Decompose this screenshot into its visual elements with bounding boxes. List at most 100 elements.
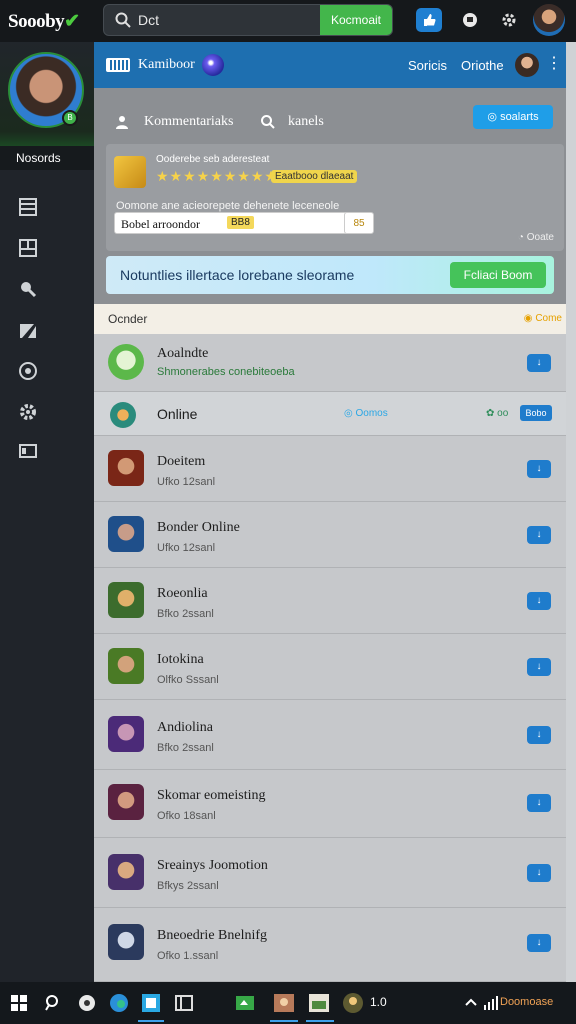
list-item[interactable]: Bonder Online Ufko 12sanl ↓ <box>94 502 576 568</box>
list-item-subtitle: Bfko 2ssanl <box>157 742 214 754</box>
list-item-title: Skomar eomeisting <box>157 788 266 803</box>
tab-channels[interactable]: kanels <box>260 110 324 134</box>
orb-icon[interactable] <box>202 54 224 76</box>
nav-list-icon[interactable] <box>17 196 39 218</box>
user-avatar[interactable] <box>533 4 565 36</box>
card-description: Oomone ane acieorepete dehenete leceneol… <box>116 200 340 212</box>
tab-comments[interactable]: Kommentariaks <box>114 110 254 134</box>
name-field[interactable]: Bobel arroondor BB8 <box>114 212 372 234</box>
open-app-indicator <box>306 1020 334 1022</box>
card-footer[interactable]: ◔ Ooate <box>518 232 554 243</box>
list-item-action[interactable]: ↓ <box>527 460 551 478</box>
list-item-subtitle: Ufko 12sanl <box>157 542 216 554</box>
list-item-action[interactable]: ↓ <box>527 864 551 882</box>
app-avatar-icon[interactable] <box>342 992 364 1014</box>
search-icon[interactable] <box>42 992 64 1014</box>
alerts-button-label: soalarts <box>500 111 539 123</box>
user-icon <box>116 116 128 129</box>
header-avatar[interactable] <box>515 53 539 77</box>
list-item-subtitle: Ofko 18sanl <box>157 810 216 822</box>
banner-button[interactable]: Fcliaci Boom <box>450 262 546 288</box>
nav-card-icon[interactable] <box>17 440 39 462</box>
list-item-title: Doeitem <box>157 454 206 469</box>
tab-label: Kommentariaks <box>144 114 234 129</box>
list-item-title: Bneoedrie Bnelnifg <box>157 928 268 943</box>
list-item-action[interactable]: ↓ <box>527 794 551 812</box>
search-button[interactable]: Kocmoait <box>320 5 392 35</box>
nav-inbox-icon[interactable] <box>17 237 39 259</box>
online-status: ◎ Oomos <box>344 408 388 419</box>
nav-gear-icon[interactable] <box>17 401 39 423</box>
list-item-avatar <box>108 582 144 618</box>
list-item-avatar <box>108 854 144 890</box>
gear-icon <box>502 13 516 27</box>
list-item-avatar <box>108 450 144 486</box>
header-link-oriothe[interactable]: Oriothe <box>461 58 504 73</box>
notifications-button[interactable] <box>457 8 483 32</box>
list-item[interactable]: Andiolina Bfko 2ssanl ↓ <box>94 700 576 770</box>
online-button[interactable]: Bobo <box>520 405 552 421</box>
chat-icon <box>463 13 477 27</box>
order-sort[interactable]: ◉ Come <box>524 313 562 324</box>
list-item[interactable]: Roeonlia Bfko 2ssanl ↓ <box>94 568 576 634</box>
search-input[interactable]: Dct <box>138 12 159 28</box>
edge-icon[interactable] <box>108 992 130 1014</box>
banner-text: Notuntlies illertace lorebane sleorame <box>120 267 355 283</box>
list-item[interactable]: Aoalndte Shmonerabes conebiteoeba ↓ <box>94 334 576 392</box>
chevron-up-icon[interactable] <box>460 992 482 1014</box>
app-brand[interactable]: Soooby✔ <box>8 10 80 33</box>
list-item-action[interactable]: ↓ <box>527 592 551 610</box>
main-content: Kamiboor Soricis Oriothe ⋮ Kommentariaks… <box>94 42 576 982</box>
keyboard-icon <box>106 58 130 72</box>
nav-edit-icon[interactable] <box>17 319 39 341</box>
app-image-icon[interactable] <box>308 992 330 1014</box>
search-bar[interactable]: Dct Kocmoait <box>103 4 393 36</box>
list-item-subtitle: Ufko 12sanl <box>157 476 216 488</box>
online-status-label: Oomos <box>355 408 388 419</box>
settings-button[interactable] <box>496 8 522 32</box>
name-field-chip: BB8 <box>227 216 254 229</box>
list-item-action[interactable]: ↓ <box>527 354 551 372</box>
store-icon[interactable] <box>140 992 162 1014</box>
list-item-action[interactable]: ↓ <box>527 526 551 544</box>
chat-bubble-icon[interactable] <box>76 992 98 1014</box>
like-button[interactable] <box>416 8 442 32</box>
list-item[interactable]: Iotokina Olfko Sssanl ↓ <box>94 634 576 700</box>
list-item[interactable]: Bneoedrie Bnelnifg Ofko 1.ssanl ↓ <box>94 908 576 982</box>
profile-panel[interactable]: B Nosords <box>0 42 94 170</box>
online-label: Online <box>157 406 198 422</box>
nav-globe-icon[interactable] <box>17 360 39 382</box>
explorer-icon[interactable] <box>173 992 195 1014</box>
list-item-action[interactable]: ↓ <box>527 934 551 952</box>
list-item-title: Roeonlia <box>157 586 208 601</box>
rating-stars[interactable]: ★★★★★★★★★ <box>156 168 278 185</box>
rating-chip: Eaatbooo dlaeaat <box>271 170 358 183</box>
tray-label[interactable]: Doomoase <box>500 996 553 1008</box>
app-photo-icon[interactable] <box>273 992 295 1014</box>
active-app-indicator <box>138 1020 164 1022</box>
status-badge: B <box>62 110 78 126</box>
nav-search-icon[interactable] <box>17 278 39 300</box>
count-box[interactable]: 85 <box>344 212 374 234</box>
signal-icon[interactable] <box>480 992 502 1014</box>
header-link-soricis[interactable]: Soricis <box>408 58 447 73</box>
list-item[interactable]: Skomar eomeisting Ofko 18sanl ↓ <box>94 770 576 838</box>
list-item-subtitle: Olfko Sssanl <box>157 674 219 686</box>
order-label: Ocnder <box>108 312 148 326</box>
list-item-action[interactable]: ↓ <box>527 658 551 676</box>
list-item[interactable]: Sreainys Joomotion Bfkys 2ssanl ↓ <box>94 838 576 908</box>
list-item-title: Iotokina <box>157 652 204 667</box>
more-menu-icon[interactable]: ⋮ <box>546 56 562 72</box>
list-item[interactable]: Doeitem Ufko 12sanl ↓ <box>94 436 576 502</box>
promo-banner: Notuntlies illertace lorebane sleorame F… <box>106 256 554 294</box>
order-sort-label: Come <box>535 313 562 324</box>
app-green-icon[interactable] <box>234 992 256 1014</box>
online-row[interactable]: Online ◎ Oomos ✿ oo Bobo <box>94 392 576 436</box>
online-avatar <box>110 402 136 428</box>
taskbar-clock[interactable]: 1.0 <box>370 995 387 1009</box>
alerts-button[interactable]: ◎ soalarts <box>473 105 553 129</box>
windows-start-icon[interactable] <box>8 992 30 1014</box>
list-item-action[interactable]: ↓ <box>527 726 551 744</box>
scrollbar[interactable] <box>566 42 576 982</box>
profile-name[interactable]: Nosords <box>0 146 94 170</box>
